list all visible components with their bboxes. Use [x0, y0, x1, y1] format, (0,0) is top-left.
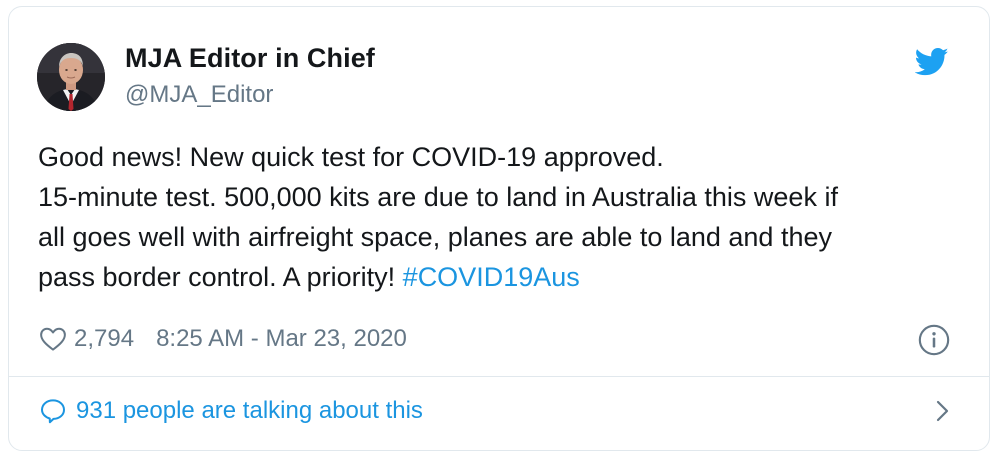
tweet-card: MJA Editor in Chief @MJA_Editor Good new…	[8, 6, 990, 451]
timestamp[interactable]: 8:25 AM - Mar 23, 2020	[156, 325, 407, 353]
hashtag-link[interactable]: #COVID19Aus	[403, 262, 580, 292]
avatar-portrait	[37, 43, 105, 111]
author-name[interactable]: MJA Editor in Chief	[125, 43, 375, 74]
tweet-text-line: Good news! New quick test for COVID-19 a…	[38, 142, 664, 172]
divider	[9, 376, 989, 377]
tweet-text: Good news! New quick test for COVID-19 a…	[38, 137, 968, 297]
tweet-text-line: all goes well with airfreight space, pla…	[38, 222, 832, 252]
conversation-count[interactable]: 931 people are talking about this	[76, 397, 423, 425]
chevron-right-icon[interactable]	[930, 396, 954, 426]
heart-icon[interactable]	[38, 324, 68, 354]
conversation-link[interactable]: 931 people are talking about this	[38, 393, 968, 429]
speech-bubble-icon	[41, 399, 65, 424]
tweet-text-line: 15-minute test. 500,000 kits are due to …	[38, 182, 838, 212]
info-icon[interactable]	[917, 323, 951, 357]
author-handle[interactable]: @MJA_Editor	[125, 81, 273, 109]
tweet-text-segment: pass border control. A priority!	[38, 262, 403, 292]
tweet-meta: 2,794 8:25 AM - Mar 23, 2020	[38, 321, 407, 357]
twitter-bird-icon[interactable]	[915, 47, 949, 77]
like-count[interactable]: 2,794	[74, 325, 134, 353]
avatar[interactable]	[37, 43, 105, 111]
tweet-text-line: pass border control. A priority! #COVID1…	[38, 257, 968, 297]
